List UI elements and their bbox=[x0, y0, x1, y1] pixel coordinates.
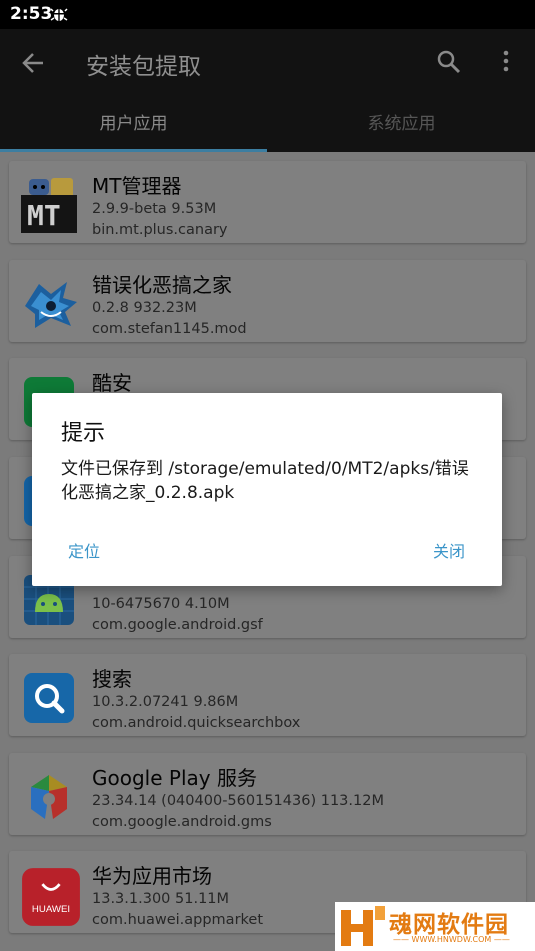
list-item[interactable]: 搜索 10.3.2.07241 9.86M com.android.quicks… bbox=[9, 654, 526, 736]
tab-system-apps[interactable]: 系统应用 bbox=[268, 96, 535, 152]
app-package: com.android.quicksearchbox bbox=[92, 715, 301, 731]
save-dialog: 提示 文件已保存到 /storage/emulated/0/MT2/apks/错… bbox=[32, 393, 502, 586]
tab-bar: 用户应用 系统应用 bbox=[0, 96, 535, 152]
dialog-title: 提示 bbox=[61, 421, 106, 446]
blue-creature-icon bbox=[21, 276, 77, 332]
app-package: com.google.android.gsf bbox=[92, 617, 263, 633]
bug-icon bbox=[50, 0, 68, 29]
list-item[interactable]: 错误化恶搞之家 0.2.8 932.23M com.stefan1145.mod bbox=[9, 260, 526, 342]
tab-user-apps[interactable]: 用户应用 bbox=[0, 96, 267, 152]
app-version-size: 2.9.9-beta 9.53M bbox=[92, 201, 217, 217]
list-item[interactable]: MT MT管理器 2.9.9-beta 9.53M bin.mt.plus.ca… bbox=[9, 161, 526, 243]
huawei-appgallery-icon: HUAWEI bbox=[21, 867, 80, 926]
app-version-size: 10-6475670 4.10M bbox=[92, 596, 230, 612]
app-package: com.google.android.gms bbox=[92, 814, 272, 830]
app-name: Google Play 服务 bbox=[92, 766, 257, 790]
status-time: 2:53 bbox=[10, 4, 53, 24]
app-name: 搜索 bbox=[92, 667, 132, 691]
google-play-services-icon bbox=[21, 769, 77, 825]
list-item[interactable]: Google Play 服务 23.34.14 (040400-56015143… bbox=[9, 753, 526, 835]
close-button[interactable]: 关闭 bbox=[433, 538, 465, 562]
more-options-icon[interactable] bbox=[497, 49, 515, 75]
svg-text:MT: MT bbox=[27, 199, 61, 232]
app-package: com.stefan1145.mod bbox=[92, 321, 247, 337]
search-app-icon bbox=[21, 670, 77, 726]
back-arrow-icon[interactable] bbox=[20, 49, 48, 77]
mt-manager-icon: MT bbox=[21, 177, 77, 233]
app-package: bin.mt.plus.canary bbox=[92, 222, 228, 238]
app-package: com.huawei.appmarket bbox=[92, 912, 264, 928]
app-name: 错误化恶搞之家 bbox=[92, 273, 232, 297]
app-version-size: 0.2.8 932.23M bbox=[92, 300, 197, 316]
watermark-logo-icon bbox=[341, 906, 385, 946]
app-version-size: 23.34.14 (040400-560151436) 113.12M bbox=[92, 793, 384, 809]
huawei-logo-text: HUAWEI bbox=[32, 904, 70, 915]
app-name: 酷安 bbox=[92, 371, 132, 395]
watermark-text: 魂网软件园 bbox=[389, 912, 509, 938]
app-bar: 安装包提取 bbox=[0, 29, 535, 96]
locate-button[interactable]: 定位 bbox=[68, 538, 100, 562]
app-name: MT管理器 bbox=[92, 174, 182, 198]
search-icon[interactable] bbox=[436, 49, 462, 75]
watermark-url: —— WWW.HNWDW.COM —— bbox=[393, 935, 510, 944]
app-name: 华为应用市场 bbox=[92, 864, 212, 888]
watermark: 魂网软件园 —— WWW.HNWDW.COM —— bbox=[335, 902, 535, 951]
app-version-size: 13.3.1.300 51.11M bbox=[92, 891, 230, 907]
app-version-size: 10.3.2.07241 9.86M bbox=[92, 694, 239, 710]
dialog-message: 文件已保存到 /storage/emulated/0/MT2/apks/错误化恶… bbox=[61, 459, 469, 503]
status-bar: 2:53 bbox=[0, 0, 535, 29]
page-title: 安装包提取 bbox=[86, 54, 201, 80]
